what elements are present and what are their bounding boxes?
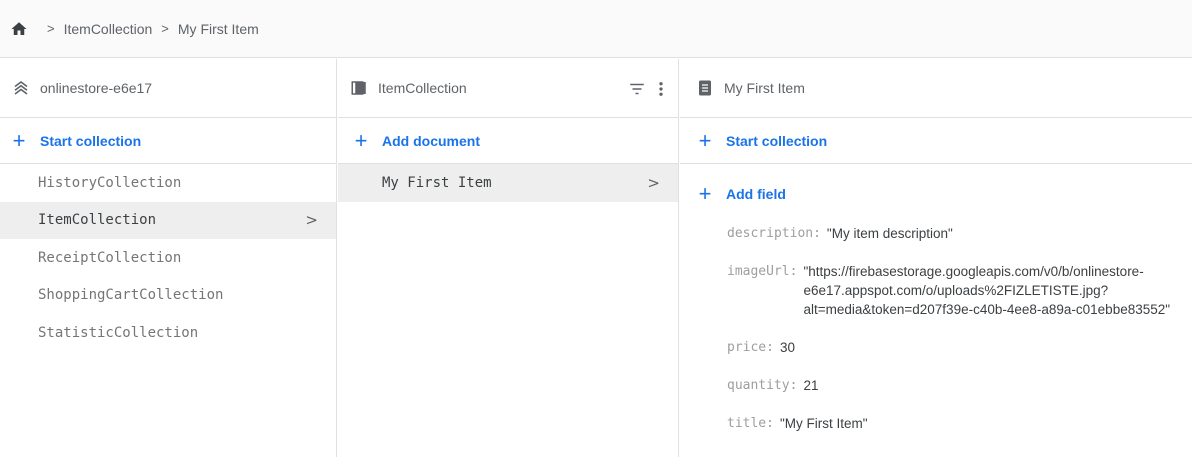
field-row[interactable]: quantity: 21 (727, 376, 1184, 395)
document-icon (696, 79, 714, 97)
field-value: 30 (779, 340, 795, 355)
filter-icon[interactable] (628, 80, 646, 98)
plus-icon: + (698, 127, 712, 153)
breadcrumb-item-document[interactable]: My First Item (178, 21, 259, 37)
collection-icon (350, 79, 368, 97)
root-panel: onlinestore-e6e17 + Start collection His… (0, 59, 337, 457)
start-collection-label: Start collection (40, 132, 142, 149)
collection-item-label: HistoryCollection (38, 174, 182, 191)
start-collection-button[interactable]: + Start collection (0, 118, 336, 164)
plus-icon: + (12, 127, 26, 153)
chevron-right-icon: > (47, 21, 55, 36)
project-title: onlinestore-e6e17 (40, 80, 153, 96)
collection-panel: ItemCollection + Add document My First I… (338, 59, 679, 457)
field-row[interactable]: description: "My item description" (727, 224, 1184, 243)
document-list: My First Item > (338, 164, 678, 202)
collection-item-statistic[interactable]: StatisticCollection (0, 314, 336, 352)
chevron-right-icon: > (305, 211, 318, 230)
collection-item-item[interactable]: ItemCollection > (0, 201, 336, 239)
collection-item-history[interactable]: HistoryCollection (0, 164, 336, 202)
chevron-right-icon: > (161, 21, 169, 36)
add-document-label: Add document (382, 132, 480, 149)
database-icon (12, 79, 30, 97)
field-key: title: (727, 416, 774, 431)
start-subcollection-button[interactable]: + Start collection (680, 118, 1192, 164)
more-vert-icon[interactable] (658, 80, 664, 98)
document-item[interactable]: My First Item > (338, 164, 678, 202)
collection-item-label: StatisticCollection (38, 324, 199, 341)
field-row[interactable]: price: 30 (727, 338, 1184, 357)
chevron-right-icon: > (647, 173, 660, 192)
collection-item-receipt[interactable]: ReceiptCollection (0, 239, 336, 277)
root-panel-header: onlinestore-e6e17 (0, 59, 336, 118)
field-key: quantity: (727, 378, 798, 393)
field-key: description: (727, 226, 821, 241)
breadcrumb: > ItemCollection > My First Item (0, 0, 1192, 58)
collection-list: HistoryCollection ItemCollection > Recei… (0, 164, 336, 352)
field-list: description: "My item description" image… (680, 224, 1192, 433)
add-field-button[interactable]: + Add field (680, 164, 1192, 224)
field-value: "https://firebasestorage.googleapis.com/… (803, 264, 1171, 317)
field-key: imageUrl: (727, 264, 798, 279)
document-title: My First Item (724, 80, 805, 96)
collection-title: ItemCollection (378, 80, 467, 96)
document-panel: My First Item + Start collection + Add f… (680, 59, 1192, 457)
document-item-label: My First Item (382, 174, 492, 191)
field-value: "My First Item" (779, 416, 868, 431)
field-row[interactable]: imageUrl: "https://firebasestorage.googl… (727, 262, 1184, 319)
collection-panel-header: ItemCollection (338, 59, 678, 118)
field-row[interactable]: title: "My First Item" (727, 414, 1184, 433)
field-key: price: (727, 340, 774, 355)
add-field-label: Add field (726, 186, 786, 202)
field-value: 21 (803, 378, 819, 393)
collection-item-label: ItemCollection (38, 212, 157, 229)
collection-item-label: ShoppingCartCollection (38, 287, 224, 304)
plus-icon: + (354, 127, 368, 153)
breadcrumb-item-collection[interactable]: ItemCollection (64, 21, 153, 37)
add-document-button[interactable]: + Add document (338, 118, 678, 164)
collection-item-label: ReceiptCollection (38, 249, 182, 266)
home-icon[interactable] (10, 20, 28, 38)
plus-icon: + (698, 181, 712, 206)
document-panel-header: My First Item (680, 59, 1192, 118)
start-subcollection-label: Start collection (726, 132, 828, 149)
collection-item-shoppingcart[interactable]: ShoppingCartCollection (0, 277, 336, 315)
field-value: "My item description" (826, 226, 953, 241)
